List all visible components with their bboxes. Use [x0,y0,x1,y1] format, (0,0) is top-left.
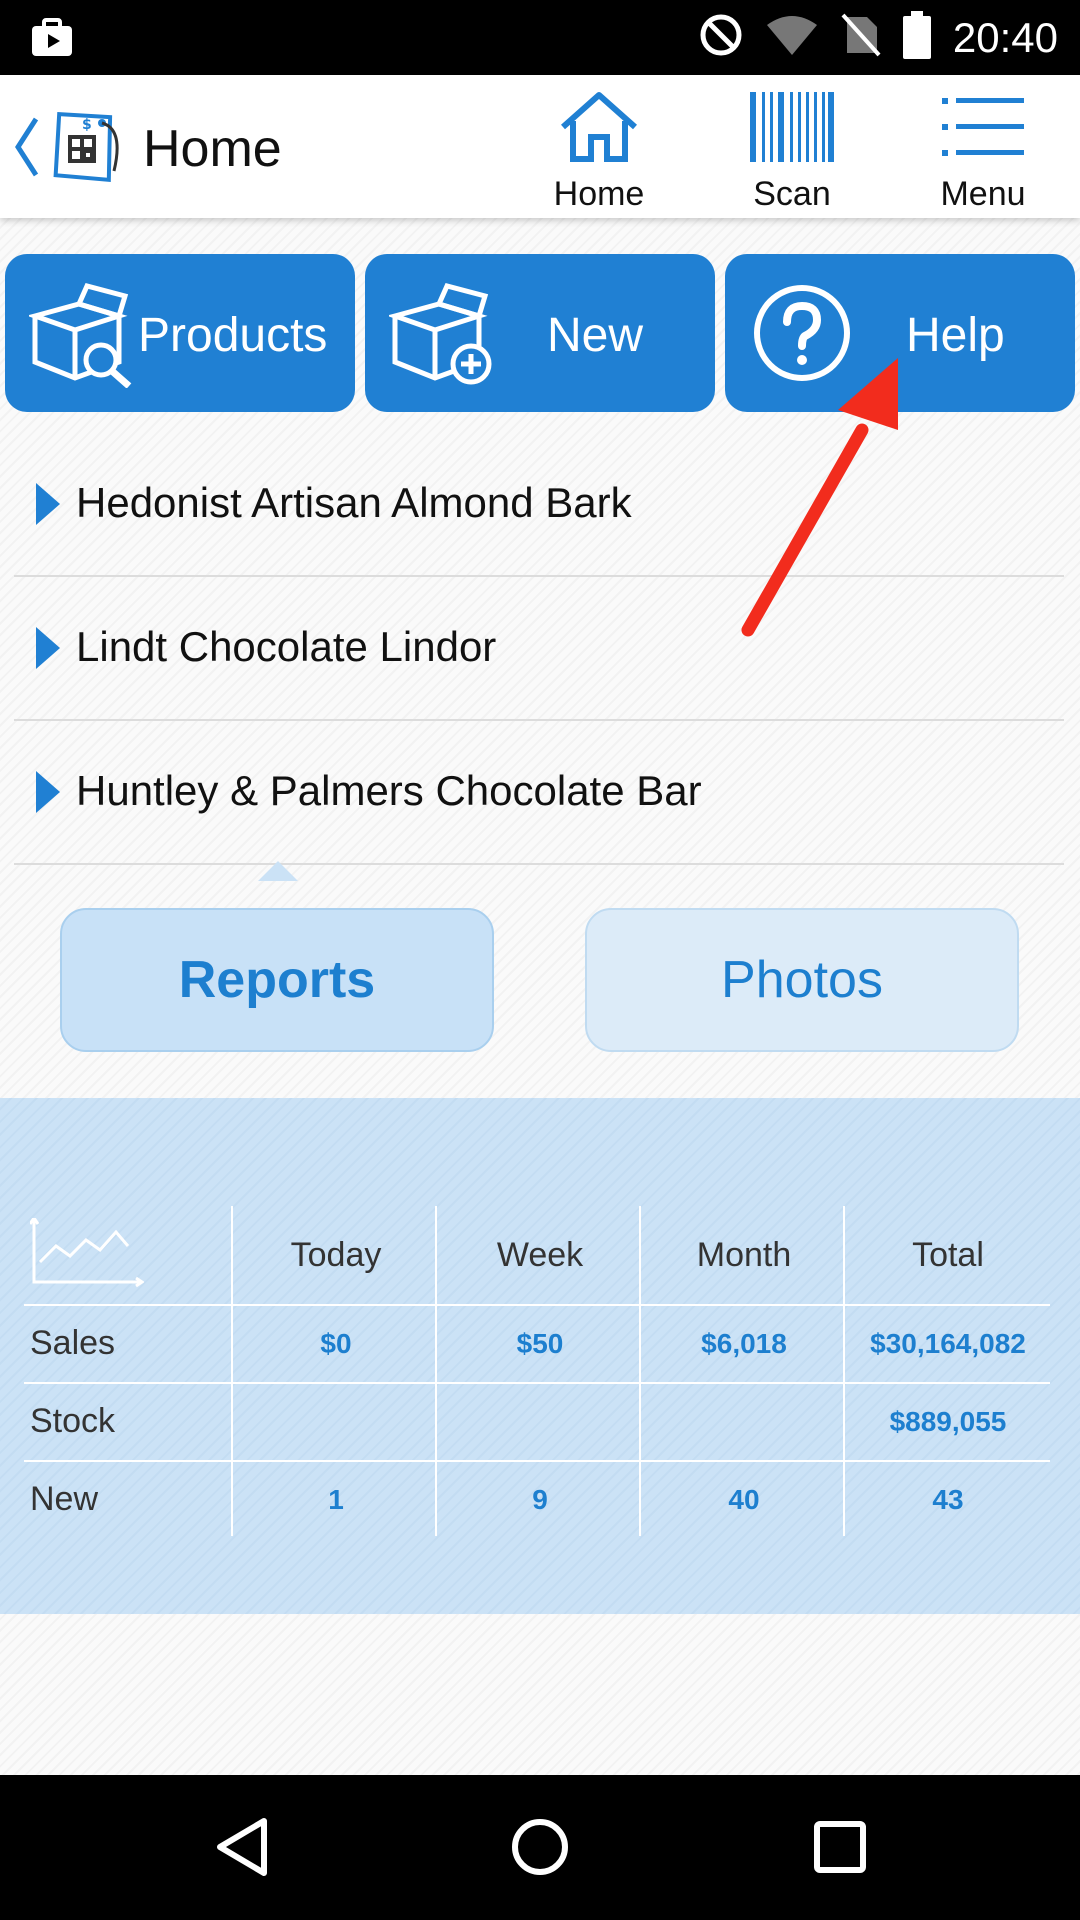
stock-total: $889,055 [889,1406,1007,1437]
app-notification-icon [30,18,74,63]
app-logo: $ [44,101,126,198]
home-icon [514,87,684,167]
new-month: 40 [728,1484,760,1515]
nav-scan[interactable]: Scan [707,75,877,218]
status-time: 20:40 [952,13,1058,61]
svg-text:$: $ [82,117,92,133]
table-divider [24,1460,1050,1462]
list-item[interactable]: Lindt Chocolate Lindor [14,577,1064,721]
battery-icon [902,11,931,64]
products-label: Products [138,309,328,362]
wifi-icon [765,13,819,62]
sales-month: $6,018 [701,1328,787,1359]
new-button[interactable]: New [365,254,715,412]
column-header-today: Today [290,1236,382,1274]
sales-total: $30,164,082 [870,1328,1026,1359]
new-today: 1 [328,1484,344,1515]
nav-menu[interactable]: Menu [898,75,1068,218]
page-title: Home [143,120,282,178]
menu-icon [898,87,1068,167]
barcode-icon [707,87,877,167]
table-divider [24,1304,1050,1306]
new-label: New [547,309,644,362]
products-button[interactable]: Products [5,254,355,412]
sales-week: $50 [516,1328,564,1359]
table-divider [24,1382,1050,1384]
new-total: 43 [932,1484,964,1515]
nav-menu-label: Menu [940,175,1026,213]
app-bar: $ Home Home Scan Menu [0,75,1080,218]
product-name: Lindt Chocolate Lindor [76,623,497,670]
column-header-week: Week [496,1236,584,1274]
help-button[interactable]: Help [725,254,1075,412]
tab-reports[interactable]: Reports [60,908,494,1052]
row-label-new: New [30,1480,99,1518]
status-bar: 20:40 [0,0,1080,75]
home-circle-icon[interactable] [510,1817,570,1877]
system-nav-bar [0,1775,1080,1920]
nav-home[interactable]: Home [514,75,684,218]
help-circle-icon [753,284,851,387]
box-search-icon [26,282,139,393]
nav-home-label: Home [553,175,645,213]
product-name: Hedonist Artisan Almond Bark [76,479,632,526]
tab-pointer [258,861,298,881]
recents-icon[interactable] [810,1817,870,1877]
expand-arrow-icon [36,627,60,669]
row-label-sales: Sales [30,1324,116,1362]
list-item[interactable]: Huntley & Palmers Chocolate Bar [14,721,1064,865]
expand-arrow-icon [36,771,60,813]
row-label-stock: Stock [30,1402,116,1440]
table-divider [231,1206,233,1536]
trend-chart-icon [28,1215,145,1293]
box-add-icon [386,282,499,393]
tab-photos[interactable]: Photos [585,908,1019,1052]
new-week: 9 [532,1484,548,1515]
no-sim-icon [841,13,881,62]
do-not-disturb-icon [699,13,743,62]
nav-scan-label: Scan [753,175,831,213]
product-name: Huntley & Palmers Chocolate Bar [76,767,702,814]
back-chevron-icon[interactable] [14,115,40,184]
help-label: Help [906,309,1005,362]
column-header-total: Total [912,1236,984,1274]
column-header-month: Month [696,1236,792,1274]
list-item[interactable]: Hedonist Artisan Almond Bark [14,433,1064,577]
sales-today: $0 [320,1328,352,1359]
back-icon[interactable] [212,1817,272,1877]
expand-arrow-icon [36,483,60,525]
product-list: Hedonist Artisan Almond Bark Lindt Choco… [14,433,1064,865]
